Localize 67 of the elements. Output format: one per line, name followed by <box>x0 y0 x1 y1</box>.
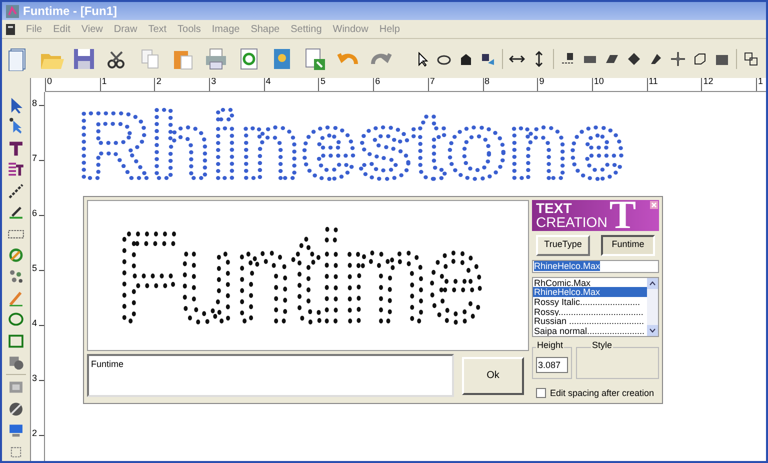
group-label: Height <box>536 340 564 350</box>
checkbox[interactable] <box>536 388 546 398</box>
ruler-label: 2 <box>156 78 162 86</box>
ruler-label: 10 <box>594 78 604 86</box>
font-type-button[interactable]: Funtime <box>601 234 655 256</box>
ruler-label: 7 <box>32 154 38 163</box>
ruler-label: 4 <box>32 319 38 328</box>
font-type-button[interactable]: TrueType <box>536 234 590 256</box>
dotted-line-icon[interactable] <box>6 182 26 200</box>
ruler-label: 11 <box>648 78 658 86</box>
ruler-label: 3 <box>211 78 216 86</box>
font-list-item[interactable]: RhComic.Max <box>533 278 647 288</box>
ruler-label: 1 <box>758 78 763 86</box>
menu-item[interactable]: Setting <box>290 22 322 36</box>
checkbox-label: Edit spacing after creation <box>550 386 654 400</box>
ruler-label: 3 <box>32 374 38 383</box>
ruler-label: 8 <box>484 78 490 86</box>
scroll-down-icon[interactable] <box>647 324 658 336</box>
ruler-label: 12 <box>703 78 714 86</box>
printer-icon[interactable] <box>204 46 229 71</box>
ruler-label: 6 <box>375 78 380 86</box>
text-input-field[interactable]: Funtime <box>87 354 454 397</box>
menu-item[interactable]: View <box>81 22 103 36</box>
ruler-label: 5 <box>32 264 38 273</box>
menu-item[interactable]: Edit <box>53 22 70 36</box>
dotted-text-preview: Funtime <box>88 202 528 349</box>
menu-item[interactable]: Text <box>148 22 167 36</box>
export-icon[interactable] <box>303 46 328 71</box>
font-list-item[interactable]: Rossy.................................. <box>533 306 647 316</box>
logo-letter: T <box>609 200 636 230</box>
ruler-label: 6 <box>32 209 38 218</box>
document-menu-icon[interactable] <box>6 24 15 34</box>
ruler-label: 8 <box>32 99 38 108</box>
menu-item[interactable]: Window <box>332 22 368 36</box>
font-list-item[interactable]: Russian .............................. <box>533 316 647 326</box>
ruler-label: 1 <box>102 78 107 86</box>
rhinestone-text-design: Rhinestone <box>75 92 640 200</box>
ruler-label: 4 <box>266 78 271 86</box>
app-icon <box>6 4 19 18</box>
ruler-label: 9 <box>539 78 544 86</box>
font-list-item[interactable]: Rossy Italic........................ <box>533 296 647 307</box>
selected-text: RhineHelco.Max <box>534 260 600 270</box>
ok-button[interactable]: Ok <box>462 356 524 394</box>
menu-item[interactable]: Tools <box>178 22 201 36</box>
group-label: Style <box>591 340 614 350</box>
menu-item[interactable]: Shape <box>250 22 280 36</box>
height-field[interactable]: 3.087 <box>536 356 568 372</box>
window-title: Funtime - [Fun1] <box>23 5 117 17</box>
menu-item[interactable]: Image <box>212 22 240 36</box>
menu-item[interactable]: Draw <box>114 22 138 36</box>
ruler-label: 0 <box>47 78 52 86</box>
ruler-label: 2 <box>32 429 38 438</box>
font-list-item[interactable]: Saipa normal....................... <box>533 326 647 336</box>
ruler-label: 5 <box>320 78 326 86</box>
menu-item[interactable]: File <box>26 22 42 36</box>
group-icon[interactable] <box>743 50 759 66</box>
diamond-icon[interactable] <box>626 50 642 66</box>
scroll-up-icon[interactable] <box>647 278 658 288</box>
font-list-item[interactable]: RhineHelco.Max <box>533 287 647 297</box>
logo-text: TEXT <box>536 201 573 216</box>
logo-text: CREATION <box>536 215 608 230</box>
scrollbar[interactable] <box>647 278 658 336</box>
save-icon[interactable] <box>72 46 97 71</box>
ruler-label: 7 <box>430 78 435 86</box>
move-icon[interactable] <box>670 50 686 66</box>
font-name-field[interactable]: RhineHelco.Max <box>532 260 659 272</box>
menu-item[interactable]: Help <box>379 22 400 36</box>
